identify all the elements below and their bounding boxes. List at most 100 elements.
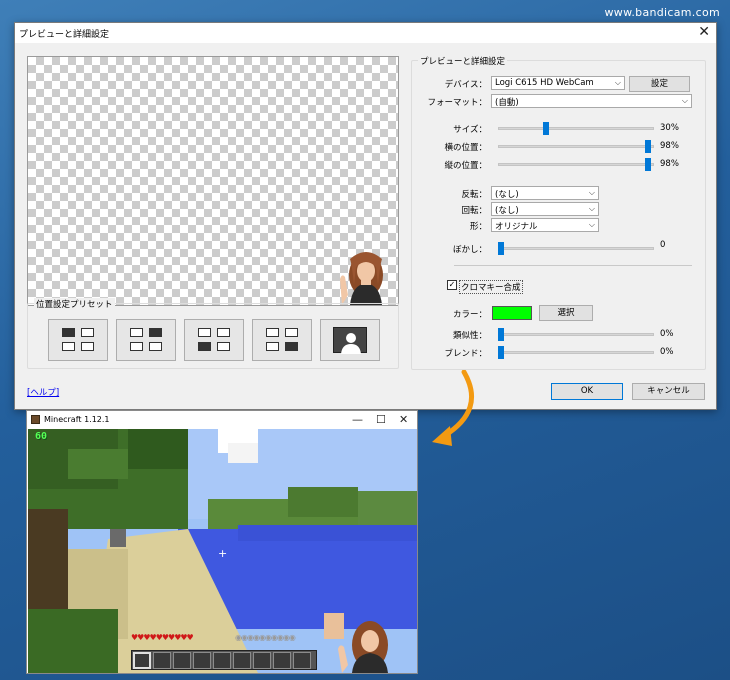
preview-settings-dialog: プレビューと詳細設定 ✕ 位置設定プリセット プレビューと詳細設定 デバイス： … [14,22,717,410]
health-bar: ♥♥♥♥♥♥♥♥♥♥ [131,633,194,642]
size-slider-thumb[interactable] [543,122,549,135]
checkmark-icon: ✓ [448,280,456,289]
dialog-close-icon[interactable]: ✕ [698,24,710,40]
minecraft-title: Minecraft 1.12.1 [44,415,110,424]
hotbar-slot[interactable] [293,652,311,669]
minecraft-app-icon [31,415,40,424]
preset-top-right-button[interactable] [116,319,176,361]
size-slider-track[interactable] [498,127,654,130]
hunger-bar: ◉◉◉◉◉◉◉◉◉◉ [235,633,296,642]
webcam-preview-area [27,56,399,306]
rotate-select[interactable]: (なし) ⌵ [491,202,599,216]
device-select-value: Logi C615 HD WebCam [495,78,594,88]
flip-select-value: (なし) [495,190,519,200]
chevron-down-icon: ⌵ [588,188,595,197]
vertical-position-slider-thumb[interactable] [645,158,651,171]
blur-slider-thumb[interactable] [498,242,504,255]
preset-bottom-right-button[interactable] [252,319,312,361]
preset-cell [217,328,230,337]
vertical-position-slider-track[interactable] [498,163,654,166]
format-label: フォーマット： [427,98,487,108]
hotbar-slot[interactable] [173,652,191,669]
hotbar-slot[interactable] [273,652,291,669]
similarity-slider-thumb[interactable] [498,328,504,341]
device-label: デバイス： [444,80,487,90]
shape-select-value: オリジナル [495,222,538,232]
similarity-value: 0% [660,329,674,339]
divider [454,265,692,266]
chroma-key-label[interactable]: クロマキー合成 [459,280,523,294]
preset-cell [217,342,230,351]
horizontal-position-label: 横の位置： [444,143,487,153]
chevron-down-icon: ⌵ [614,78,621,87]
similarity-slider-track[interactable] [498,333,654,336]
chevron-down-icon: ⌵ [681,96,688,105]
dialog-titlebar: プレビューと詳細設定 ✕ [15,23,716,43]
preset-cell [198,342,211,351]
preset-cell [62,342,75,351]
blend-label: ブレンド： [444,349,487,359]
preset-cell [130,328,143,337]
shape-select[interactable]: オリジナル ⌵ [491,218,599,232]
close-icon[interactable]: ✕ [399,413,408,426]
minecraft-game-view[interactable]: 60 + ♥♥♥♥♥♥♥♥♥♥ ◉◉◉◉◉◉◉◉◉◉ [28,429,417,673]
help-link[interactable]: [ヘルプ] [27,386,59,398]
flip-label: 反転： [461,190,487,200]
preset-cell [149,342,162,351]
minimize-icon[interactable]: — [352,413,363,426]
chroma-color-swatch[interactable] [492,306,532,320]
preset-cell [266,342,279,351]
webcam-overlay-person [324,613,388,673]
hotbar-slot[interactable] [153,652,171,669]
minecraft-window: Minecraft 1.12.1 — ☐ ✕ 60 + ♥♥♥♥♥♥♥♥♥♥ ◉… [26,410,418,674]
hotbar [131,650,317,670]
chevron-down-icon: ⌵ [588,220,595,229]
preset-cell [198,328,211,337]
hotbar-slot[interactable] [193,652,211,669]
blur-label: ぼかし： [452,245,487,255]
blur-slider-track[interactable] [498,247,654,250]
shape-label: 形： [469,222,487,232]
webcam-person-image [340,252,383,305]
hotbar-slot[interactable] [233,652,251,669]
maximize-icon[interactable]: ☐ [376,413,386,426]
chroma-key-checkbox[interactable]: ✓ [447,280,457,290]
blend-slider-thumb[interactable] [498,346,504,359]
curved-arrow-icon [432,370,474,446]
dialog-title: プレビューと詳細設定 [19,30,110,40]
ok-button[interactable]: OK [551,383,623,400]
select-color-button[interactable]: 選択 [539,305,593,321]
device-select[interactable]: Logi C615 HD WebCam ⌵ [491,76,625,90]
preset-cell [62,328,75,337]
device-settings-button[interactable]: 設定 [629,76,690,92]
preset-cell [285,328,298,337]
hotbar-slot[interactable] [213,652,231,669]
rotate-select-value: (なし) [495,206,519,216]
vertical-position-value: 98% [660,159,679,169]
advanced-settings-group: プレビューと詳細設定 デバイス： Logi C615 HD WebCam ⌵ 設… [411,55,706,370]
flip-select[interactable]: (なし) ⌵ [491,186,599,200]
position-preset-label: 位置設定プリセット [34,298,115,310]
blend-value: 0% [660,347,674,357]
horizontal-position-slider-thumb[interactable] [645,140,651,153]
size-value: 30% [660,123,679,133]
preset-bottom-left-button[interactable] [184,319,244,361]
minecraft-titlebar: Minecraft 1.12.1 — ☐ ✕ [27,411,417,429]
preset-top-left-button[interactable] [48,319,108,361]
horizontal-position-value: 98% [660,141,679,151]
chevron-down-icon: ⌵ [588,204,595,213]
crosshair-icon: + [218,547,228,560]
preset-cell [285,342,298,351]
blend-slider-track[interactable] [498,351,654,354]
horizontal-position-slider-track[interactable] [498,145,654,148]
format-select[interactable]: (自動) ⌵ [491,94,692,108]
cancel-button[interactable]: キャンセル [632,383,705,400]
rotate-label: 回転： [461,206,487,216]
preset-fullscreen-button[interactable] [320,319,380,361]
hotbar-slot[interactable] [133,652,151,669]
size-label: サイズ： [453,125,487,135]
color-label: カラー： [452,310,487,320]
similarity-label: 類似性： [452,331,487,341]
advanced-settings-label: プレビューと詳細設定 [418,55,508,67]
hotbar-slot[interactable] [253,652,271,669]
